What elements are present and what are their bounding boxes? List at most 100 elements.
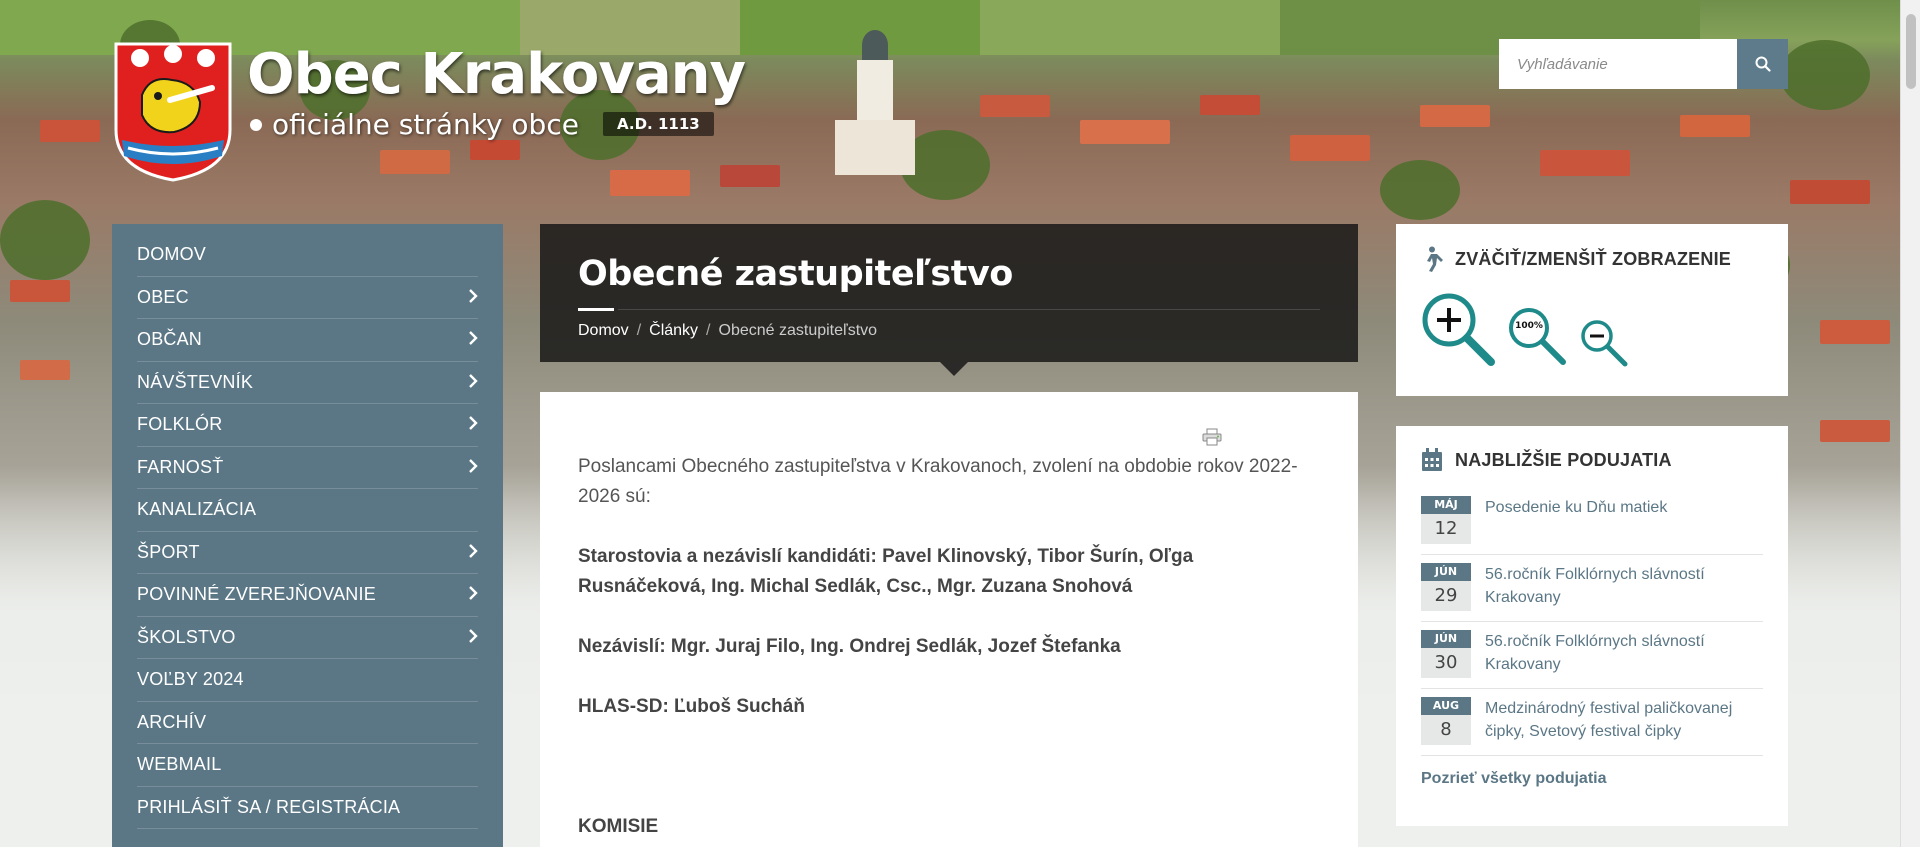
chevron-right-icon[interactable]	[468, 414, 478, 435]
zoom-out-icon	[1581, 320, 1628, 367]
nav-item[interactable]: VOĽBY 2024	[137, 659, 478, 702]
events-widget-title: NAJBLIŽŠIE PODUJATIA	[1455, 449, 1672, 470]
breadcrumb-articles[interactable]: Články	[649, 322, 698, 340]
title-divider	[618, 309, 1320, 310]
article-content: Poslancami Obecného zastupiteľstva v Kra…	[540, 392, 1358, 847]
chevron-right-icon[interactable]	[468, 329, 478, 350]
event-day: 12	[1421, 514, 1471, 544]
title-underline	[578, 308, 614, 311]
event-date-badge: JÚN 29	[1421, 563, 1471, 611]
chevron-right-icon[interactable]	[468, 457, 478, 478]
paragraph-hlas: HLAS-SD: Ľuboš Sucháň	[578, 696, 805, 717]
section-heading-komisie: KOMISIE	[578, 816, 659, 837]
coat-of-arms-logo[interactable]	[112, 40, 234, 182]
event-item[interactable]: JÚN 30 56.ročník Folklórnych slávností Kra…	[1421, 622, 1763, 689]
nav-item[interactable]: ŠPORT	[137, 532, 478, 574]
chevron-right-icon[interactable]	[468, 627, 478, 648]
header-pointer	[940, 362, 968, 376]
nav-item-label: KANALIZÁCIA	[137, 499, 257, 520]
event-title-link[interactable]: Posedenie ku Dňu matiek	[1485, 496, 1667, 544]
event-title-link[interactable]: 56.ročník Folklórnych slávností Krakovan…	[1485, 563, 1763, 611]
nav-item[interactable]: NÁVŠTEVNÍK	[137, 362, 478, 404]
nav-item-label: WEBMAIL	[137, 754, 222, 775]
nav-item[interactable]: ARCHÍV	[137, 702, 478, 744]
chevron-right-icon[interactable]	[468, 372, 478, 393]
nav-item-label: ŠKOLSTVO	[137, 626, 236, 647]
chevron-right-icon[interactable]	[468, 584, 478, 605]
page-scrollbar[interactable]	[1900, 0, 1920, 847]
search-button[interactable]	[1737, 39, 1788, 89]
nav-item-label: FOLKLÓR	[137, 414, 223, 435]
site-subtitle-text: oficiálne stránky obce	[272, 108, 579, 141]
nav-item[interactable]: KANALIZÁCIA	[137, 489, 478, 532]
event-month: JÚN	[1421, 563, 1471, 581]
all-events-link[interactable]: Pozrieť všetky podujatia	[1421, 770, 1763, 788]
church-tower	[835, 30, 915, 175]
event-title-link[interactable]: Medzinárodný festival paličkovanej čipky…	[1485, 697, 1763, 745]
events-widget: NAJBLIŽŠIE PODUJATIA MÁJ 12 Posedenie ku D…	[1396, 426, 1788, 826]
nav-item[interactable]: OBČAN	[137, 319, 478, 362]
calendar-icon	[1422, 448, 1442, 471]
page-header: Obecné zastupiteľstvo Domov / Články / O…	[540, 224, 1358, 362]
event-date-badge: MÁJ 12	[1421, 496, 1471, 544]
nav-item-label: DOMOV	[137, 244, 207, 265]
main-navigation: DOMOV OBEC OBČAN NÁVŠTEVNÍK FOLKLÓR FARNOSŤ KA…	[112, 224, 503, 847]
nav-item[interactable]: DOMOV	[137, 234, 478, 277]
scrollbar-thumb[interactable]	[1906, 14, 1916, 89]
nav-item-label: OBČAN	[137, 329, 203, 350]
nav-item-label: ŠPORT	[137, 541, 200, 562]
search-icon	[1755, 56, 1771, 72]
nav-item-label: ARCHÍV	[137, 711, 207, 732]
site-subtitle: oficiálne stránky obce	[250, 108, 579, 141]
nav-item[interactable]: OBEC	[137, 277, 478, 319]
event-day: 30	[1421, 648, 1471, 678]
paragraph-nezavisli: Nezávislí: Mgr. Juraj Filo, Ing. Ondrej …	[578, 636, 1121, 657]
breadcrumb-home[interactable]: Domov	[578, 322, 629, 340]
nav-item[interactable]: FOLKLÓR	[137, 404, 478, 447]
printer-icon	[1202, 428, 1222, 446]
event-item[interactable]: AUG 8 Medzinárodný festival paličkovanej č…	[1421, 689, 1763, 756]
event-month: JÚN	[1421, 630, 1471, 648]
chevron-right-icon[interactable]	[468, 287, 478, 308]
zoom-reset-button[interactable]: 100%	[1507, 306, 1569, 372]
nav-item-label: OBEC	[137, 286, 189, 307]
events-list: MÁJ 12 Posedenie ku Dňu matiek JÚN 29 56.ročn…	[1421, 488, 1763, 756]
nav-item[interactable]: ŠKOLSTVO	[137, 617, 478, 659]
event-item[interactable]: JÚN 29 56.ročník Folklórnych slávností Kra…	[1421, 555, 1763, 622]
zoom-in-icon	[1422, 293, 1495, 366]
intro-paragraph: Poslancami Obecného zastupiteľstva v Kra…	[578, 456, 1298, 507]
site-title[interactable]: Obec Krakovany	[247, 42, 746, 107]
event-day: 29	[1421, 581, 1471, 611]
event-day: 8	[1421, 715, 1471, 745]
nav-item-label: PRIHLÁSIŤ SA / REGISTRÁCIA	[137, 796, 401, 817]
event-date-badge: JÚN 30	[1421, 630, 1471, 678]
chevron-right-icon[interactable]	[468, 542, 478, 563]
event-month: AUG	[1421, 697, 1471, 715]
zoom-widget-title: ZVÄČIŤ/ZMENŠIŤ ZOBRAZENIE	[1455, 248, 1731, 269]
nav-item-label: FARNOSŤ	[137, 456, 224, 477]
nav-item[interactable]: WEBMAIL	[137, 744, 478, 787]
event-item[interactable]: MÁJ 12 Posedenie ku Dňu matiek	[1421, 488, 1763, 555]
search-input[interactable]	[1499, 39, 1737, 89]
search-form	[1499, 39, 1788, 89]
event-month: MÁJ	[1421, 496, 1471, 514]
breadcrumb-separator: /	[706, 322, 711, 339]
zoom-widget: ZVÄČIŤ/ZMENŠIŤ ZOBRAZENIE 100%	[1396, 224, 1788, 396]
nav-item-label: POVINNÉ ZVEREJŇOVANIE	[137, 584, 376, 605]
print-button[interactable]	[1202, 426, 1222, 456]
breadcrumb: Domov / Články / Obecné zastupiteľstvo	[578, 322, 1320, 340]
zoom-reset-icon	[1509, 308, 1566, 365]
breadcrumb-separator: /	[636, 322, 642, 339]
zoom-in-button[interactable]	[1421, 292, 1497, 372]
nav-item[interactable]: POVINNÉ ZVEREJŇOVANIE	[137, 574, 478, 617]
event-title-link[interactable]: 56.ročník Folklórnych slávností Krakovan…	[1485, 630, 1763, 678]
nav-item[interactable]: FARNOSŤ	[137, 447, 478, 489]
paragraph-starostovia: Starostovia a nezávislí kandidáti: Pavel…	[578, 546, 1194, 597]
nav-item-label: VOĽBY 2024	[137, 669, 244, 690]
page-title: Obecné zastupiteľstvo	[578, 254, 1013, 294]
founding-year-badge: A.D. 1113	[603, 112, 714, 136]
bullet-icon	[250, 118, 262, 131]
nav-item[interactable]: PRIHLÁSIŤ SA / REGISTRÁCIA	[137, 787, 478, 829]
zoom-out-button[interactable]	[1579, 318, 1629, 372]
nav-item-label: NÁVŠTEVNÍK	[137, 371, 254, 392]
